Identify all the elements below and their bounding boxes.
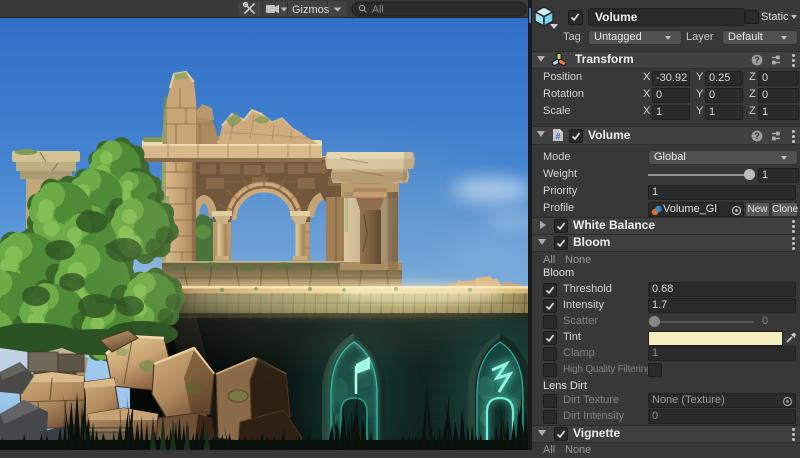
svg-text:?: ? [754,55,760,65]
svg-text:All: All [372,4,384,16]
svg-text:Gizmos: Gizmos [292,4,330,16]
svg-text:?: ? [754,131,760,141]
svg-text:#: # [555,132,560,142]
